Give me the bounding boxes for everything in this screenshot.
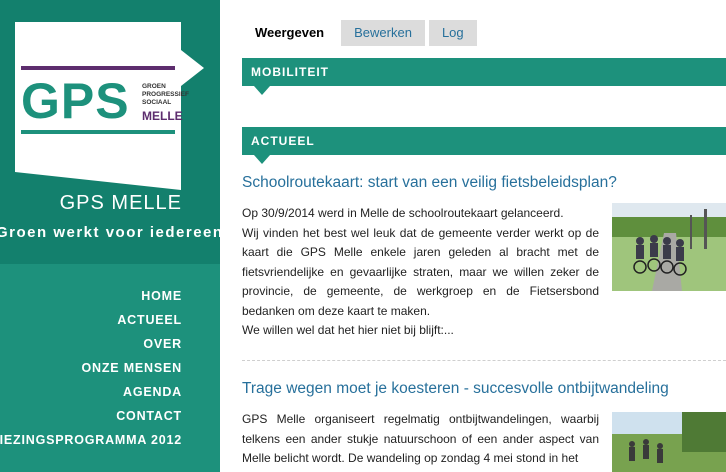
logo-letters: GPS xyxy=(21,73,130,129)
site-slogan: Groen werkt voor iedereen xyxy=(0,224,220,241)
article-body: Op 30/9/2014 werd in Melle de schoolrout… xyxy=(242,204,599,341)
article-divider xyxy=(242,360,726,361)
nav-item-home[interactable]: HOME xyxy=(141,289,182,303)
nav-item-over[interactable]: OVER xyxy=(143,337,182,351)
article-trage-wegen: Trage wegen moet je koesteren - succesvo… xyxy=(242,380,726,472)
article-title[interactable]: Trage wegen moet je koesteren - succesvo… xyxy=(242,380,726,398)
block-title-actueel: ACTUEEL xyxy=(242,127,726,164)
article-paragraph: Wij vinden het best wel leuk dat de geme… xyxy=(242,225,599,318)
logo-line-2: PROGRESSIEF xyxy=(142,91,189,98)
nav-item-actueel[interactable]: ACTUEEL xyxy=(117,313,182,327)
main-content: Weergeven Bewerken Log MOBILITEIT ACTUEE… xyxy=(242,0,726,472)
page-tabs: Weergeven Bewerken Log xyxy=(242,20,481,46)
block-title-mobiliteit: MOBILITEIT xyxy=(242,58,726,95)
site-name[interactable]: GPS MELLE xyxy=(60,192,182,215)
article-title[interactable]: Schoolroutekaart: start van een veilig f… xyxy=(242,174,726,192)
cyclists-photo[interactable] xyxy=(612,203,726,291)
article-body: GPS Melle organiseert regelmatig ontbijt… xyxy=(242,410,599,469)
logo-line-1: GROEN xyxy=(142,83,166,90)
nav-item-agenda[interactable]: AGENDA xyxy=(123,385,182,399)
sidebar-header: GPS GROEN PROGRESSIEF SOCIAAL MELLE GPS … xyxy=(0,0,220,264)
nav-item-contact[interactable]: CONTACT xyxy=(116,409,182,423)
article-paragraph: Op 30/9/2014 werd in Melle de schoolrout… xyxy=(242,206,564,220)
tab-log[interactable]: Log xyxy=(428,20,477,46)
walkers-photo[interactable] xyxy=(612,412,726,472)
sidebar: GPS GROEN PROGRESSIEF SOCIAAL MELLE GPS … xyxy=(0,0,220,472)
logo-town: MELLE xyxy=(142,109,183,123)
main-navigation: HOME ACTUEEL OVER ONZE MENSEN AGENDA CON… xyxy=(0,288,182,456)
tab-weergeven[interactable]: Weergeven xyxy=(242,20,338,46)
tab-bewerken[interactable]: Bewerken xyxy=(341,20,425,46)
article-paragraph: We willen wel dat het hier niet bij blij… xyxy=(242,323,454,337)
article-paragraph: GPS Melle organiseert regelmatig ontbijt… xyxy=(242,412,599,465)
site-logo[interactable]: GPS GROEN PROGRESSIEF SOCIAAL MELLE xyxy=(15,22,205,190)
nav-item-onze-mensen[interactable]: ONZE MENSEN xyxy=(82,361,182,375)
nav-item-verkiezingsprogramma[interactable]: VERKIEZINGSPROGRAMMA 2012 xyxy=(0,433,182,447)
logo-line-3: SOCIAAL xyxy=(142,99,171,106)
article-schoolroutekaart: Schoolroutekaart: start van een veilig f… xyxy=(242,174,726,344)
